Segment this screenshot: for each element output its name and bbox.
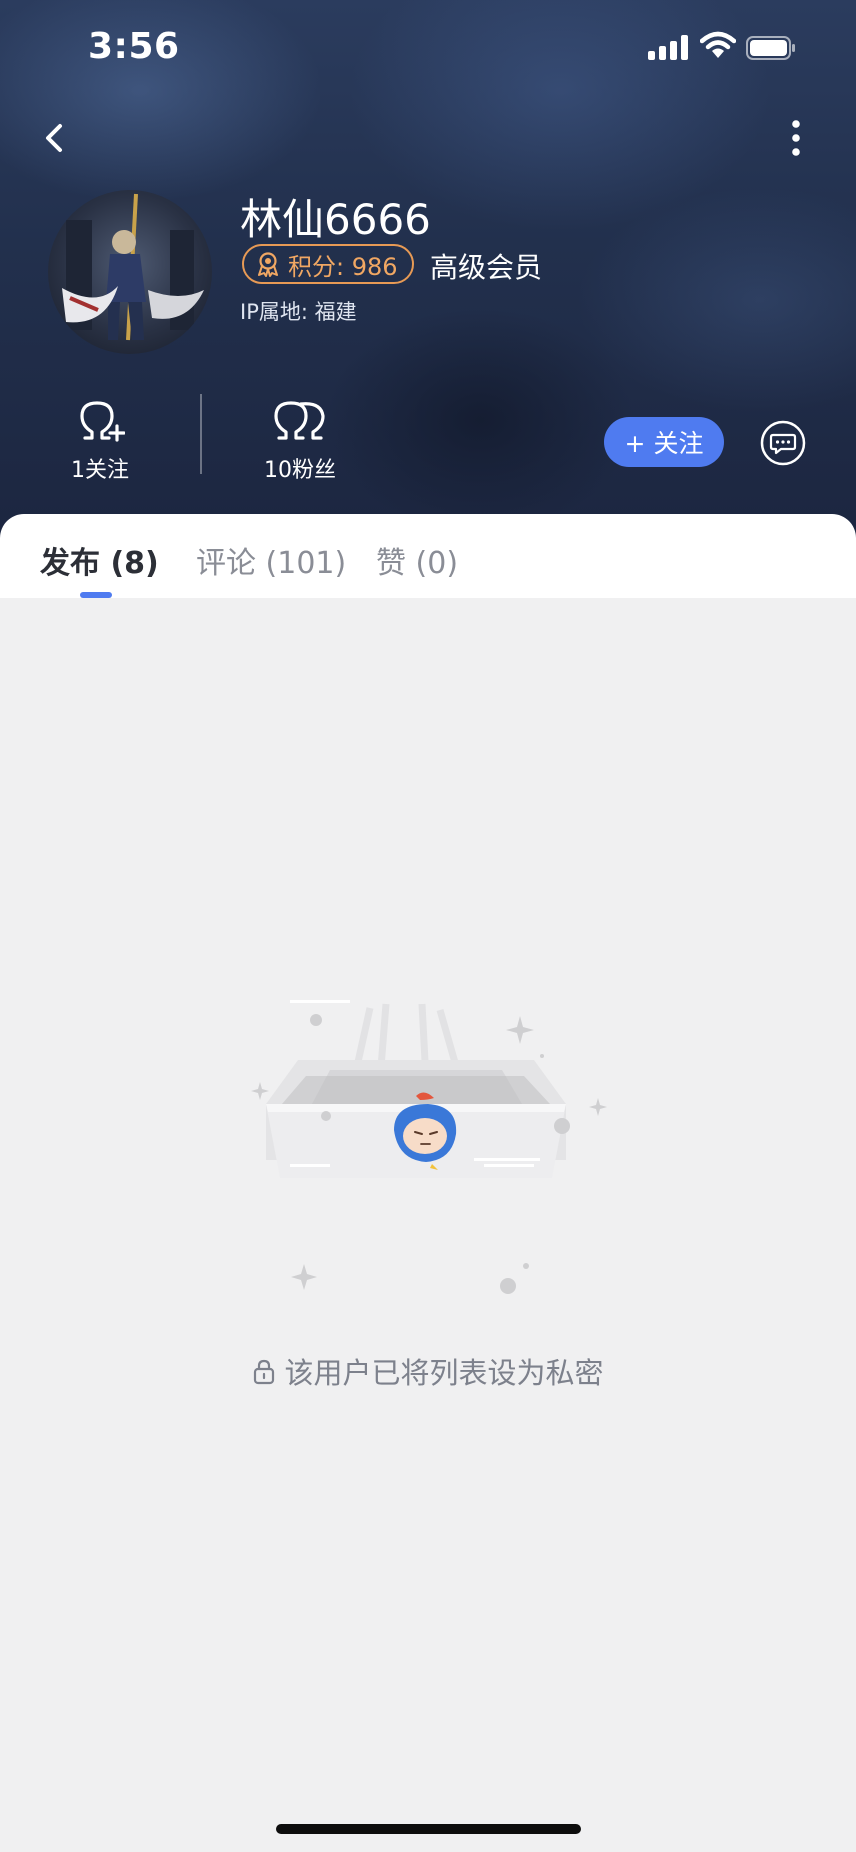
status-bar: 3:56: [0, 0, 856, 100]
signal-icon: [648, 34, 690, 60]
private-list-notice: 该用户已将列表设为私密: [0, 1350, 856, 1392]
follow-person-icon: [80, 401, 126, 442]
wifi-icon: [700, 31, 736, 58]
followers-icon: [274, 401, 325, 440]
stats-divider: [200, 394, 202, 474]
content-tabs: 发布 (8) 评论 (101) 赞 (0): [0, 514, 856, 598]
empty-box-illustration: [251, 1000, 607, 1294]
following-stat[interactable]: 1关注: [20, 398, 180, 484]
follow-button[interactable]: + 关注: [604, 417, 724, 467]
points-badge[interactable]: 积分: 986: [242, 244, 414, 284]
home-indicator[interactable]: [276, 1824, 581, 1834]
lock-icon: [254, 1359, 275, 1385]
tab-likes[interactable]: 赞 (0): [376, 538, 458, 582]
avatar[interactable]: [48, 190, 212, 354]
active-tab-indicator: [80, 592, 112, 598]
points-medal-icon: [258, 252, 278, 277]
points-label: 积分: 986: [288, 252, 398, 281]
avatar-character-image: [62, 193, 204, 341]
private-list-message: 该用户已将列表设为私密: [284, 1356, 604, 1390]
back-icon[interactable]: [38, 116, 72, 160]
followers-stat[interactable]: 10粉丝: [220, 398, 380, 484]
message-icon[interactable]: [760, 420, 806, 466]
more-icon[interactable]: [780, 116, 812, 160]
tab-posts[interactable]: 发布 (8): [40, 538, 159, 582]
username: 林仙6666: [240, 195, 431, 244]
profile-header: 3:56 林仙6666 积分: 986 高级会员 IP属地: 福建 1关注 10…: [0, 0, 856, 540]
following-label: 1关注: [71, 458, 129, 483]
tab-comments[interactable]: 评论 (101): [196, 538, 346, 582]
member-level: 高级会员: [430, 251, 543, 284]
battery-icon: [746, 36, 795, 60]
followers-label: 10粉丝: [264, 458, 336, 483]
status-time: 3:56: [88, 26, 180, 67]
ip-location: IP属地: 福建: [240, 300, 357, 324]
